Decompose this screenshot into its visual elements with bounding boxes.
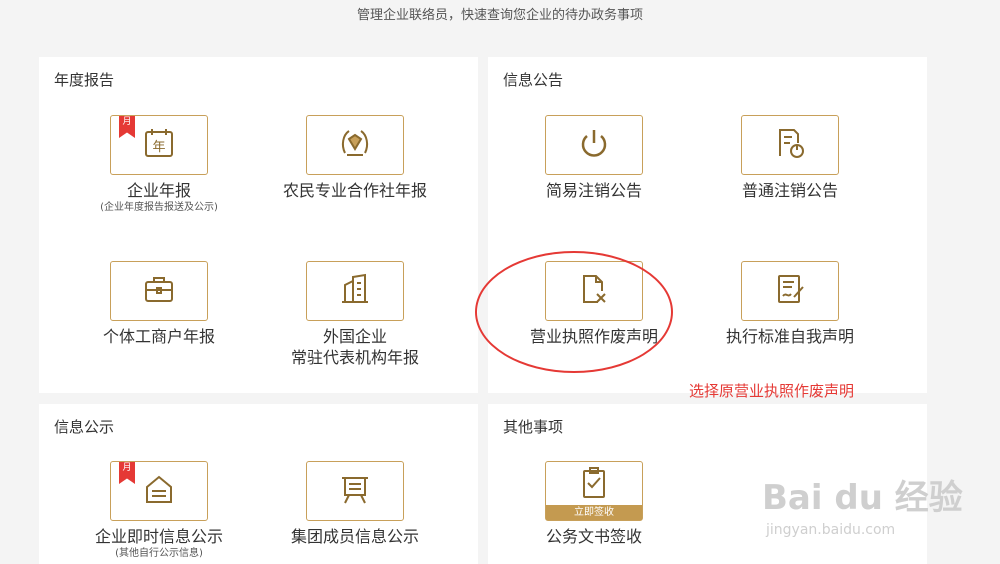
baidu-jingyan-watermark: Bai du 经验 jingyan.baidu.com bbox=[762, 470, 992, 550]
individual-business-annual-report-button[interactable] bbox=[110, 261, 208, 321]
general-deregistration-notice-button[interactable] bbox=[741, 115, 839, 175]
svg-text:年: 年 bbox=[152, 140, 165, 155]
sign-now-badge[interactable]: 立即签收 bbox=[546, 505, 642, 520]
ribbon-tag: 月 bbox=[119, 116, 135, 138]
annual-report-card: 年度报告 月 年 企业年报 (企业年度报告报送及公示) 农民专业合作社年报 个体… bbox=[39, 57, 478, 393]
calendar-year-icon: 年 bbox=[141, 125, 177, 165]
simple-deregistration-notice-tile[interactable]: 简易注销公告 bbox=[504, 115, 684, 201]
info-notice-title: 信息公告 bbox=[503, 71, 564, 89]
standard-self-declaration-label: 执行标准自我声明 bbox=[725, 327, 854, 346]
bulletin-icon bbox=[141, 471, 177, 511]
farmer-coop-annual-report-tile[interactable]: 农民专业合作社年报 bbox=[265, 115, 445, 201]
enterprise-annual-report-sublabel: (企业年度报告报送及公示) bbox=[100, 202, 218, 213]
wheat-emblem-icon bbox=[337, 125, 373, 165]
group-member-disclosure-label: 集团成员信息公示 bbox=[290, 527, 419, 546]
individual-business-annual-report-tile[interactable]: 个体工商户年报 bbox=[69, 261, 249, 347]
document-sign-icon bbox=[772, 271, 808, 311]
annotation-text: 选择原营业执照作废声明 bbox=[689, 382, 855, 400]
watermark-url: jingyan.baidu.com bbox=[766, 522, 896, 538]
farmer-coop-annual-report-label: 农民专业合作社年报 bbox=[282, 181, 427, 200]
instant-info-disclosure-button[interactable]: 月 bbox=[110, 461, 208, 521]
individual-business-annual-report-label: 个体工商户年报 bbox=[102, 327, 215, 346]
group-member-disclosure-tile[interactable]: 集团成员信息公示 bbox=[265, 461, 445, 547]
info-disclosure-card: 信息公示 月 企业即时信息公示 (其他自行公示信息) 集团成员信息公示 bbox=[39, 404, 478, 564]
official-document-receipt-label: 公务文书签收 bbox=[545, 527, 642, 546]
simple-deregistration-notice-label: 简易注销公告 bbox=[545, 181, 642, 200]
official-document-receipt-tile[interactable]: 立即签收 公务文书签收 bbox=[504, 461, 684, 547]
farmer-coop-annual-report-button[interactable] bbox=[306, 115, 404, 175]
standard-self-declaration-button[interactable] bbox=[741, 261, 839, 321]
foreign-enterprise-annual-report-label-line2: 常驻代表机构年报 bbox=[290, 348, 419, 367]
info-disclosure-title: 信息公示 bbox=[54, 418, 115, 436]
building-icon bbox=[337, 271, 373, 311]
enterprise-annual-report-button[interactable]: 月 年 bbox=[110, 115, 208, 175]
briefcase-icon bbox=[141, 271, 177, 311]
foreign-enterprise-annual-report-button[interactable] bbox=[306, 261, 404, 321]
instant-info-disclosure-sublabel: (其他自行公示信息) bbox=[115, 548, 203, 559]
page-subtitle: 管理企业联络员，快速查询您企业的待办政务事项 bbox=[356, 8, 643, 23]
annual-report-title: 年度报告 bbox=[54, 71, 115, 89]
general-deregistration-notice-label: 普通注销公告 bbox=[741, 181, 838, 200]
group-member-disclosure-button[interactable] bbox=[306, 461, 404, 521]
clipboard-check-icon bbox=[576, 465, 612, 505]
ribbon-tag: 月 bbox=[119, 462, 135, 484]
official-document-receipt-button[interactable]: 立即签收 bbox=[545, 461, 643, 521]
annotation-circle bbox=[475, 251, 673, 373]
watermark-logo: Bai du 经验 bbox=[762, 478, 963, 518]
easel-board-icon bbox=[337, 471, 373, 511]
instant-info-disclosure-label: 企业即时信息公示 bbox=[94, 527, 223, 546]
simple-deregistration-notice-button[interactable] bbox=[545, 115, 643, 175]
document-power-icon bbox=[772, 125, 808, 165]
instant-info-disclosure-tile[interactable]: 月 企业即时信息公示 (其他自行公示信息) bbox=[69, 461, 249, 560]
enterprise-annual-report-tile[interactable]: 月 年 企业年报 (企业年度报告报送及公示) bbox=[69, 115, 249, 214]
other-matters-title: 其他事项 bbox=[503, 418, 564, 436]
general-deregistration-notice-tile[interactable]: 普通注销公告 bbox=[700, 115, 880, 201]
foreign-enterprise-annual-report-tile[interactable]: 外国企业 常驻代表机构年报 bbox=[265, 261, 445, 368]
foreign-enterprise-annual-report-label: 外国企业 bbox=[322, 327, 387, 346]
standard-self-declaration-tile[interactable]: 执行标准自我声明 bbox=[700, 261, 880, 347]
enterprise-annual-report-label: 企业年报 bbox=[126, 181, 191, 200]
power-icon bbox=[576, 125, 612, 165]
